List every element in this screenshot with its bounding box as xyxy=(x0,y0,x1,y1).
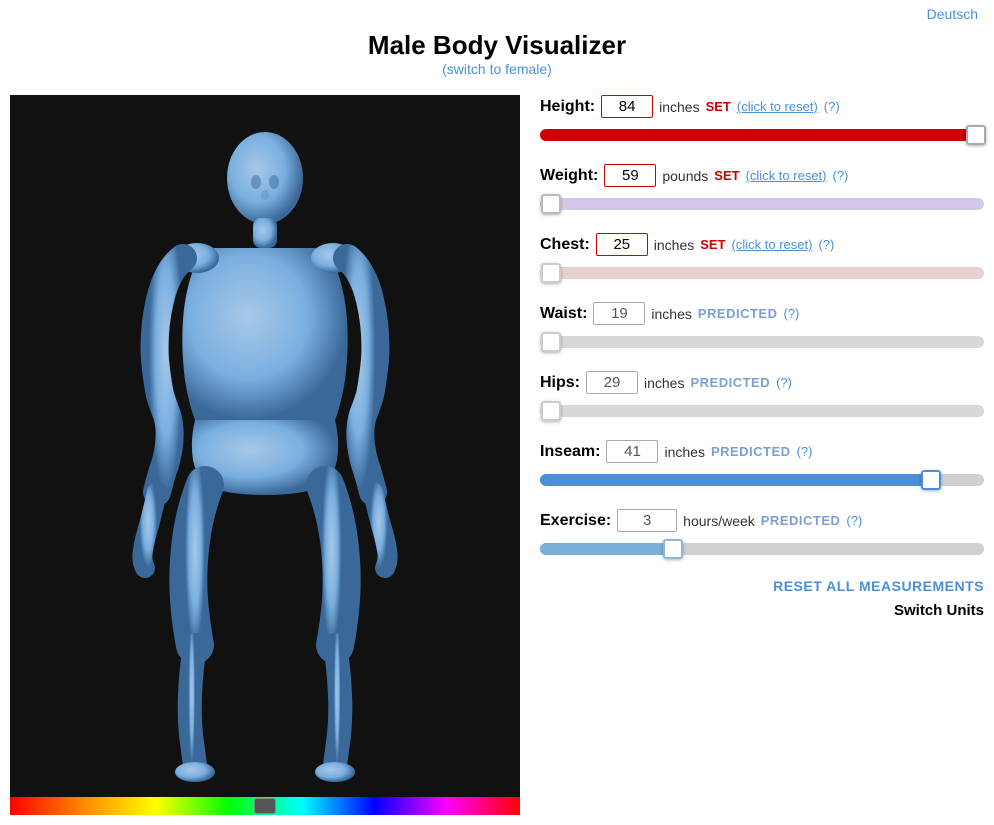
inseam-help[interactable]: (?) xyxy=(797,444,813,459)
height-slider-thumb[interactable] xyxy=(966,125,986,145)
weight-unit: pounds xyxy=(662,168,708,184)
visualizer-panel xyxy=(10,95,520,815)
inseam-status: PREDICTED xyxy=(711,444,791,459)
waist-help[interactable]: (?) xyxy=(784,306,800,321)
chest-slider-container xyxy=(540,262,984,284)
weight-slider-thumb[interactable] xyxy=(541,194,561,214)
body-image-container xyxy=(10,95,520,815)
waist-slider-container xyxy=(540,331,984,353)
exercise-row: Exercise: hours/week PREDICTED (?) xyxy=(540,509,984,560)
chest-unit: inches xyxy=(654,237,694,253)
inseam-unit: inches xyxy=(664,444,704,460)
chest-status: SET xyxy=(700,237,725,252)
reset-all-button[interactable]: RESET ALL MEASUREMENTS xyxy=(773,578,984,594)
waist-track xyxy=(540,336,984,348)
exercise-slider-thumb[interactable] xyxy=(663,539,683,559)
inseam-input[interactable] xyxy=(606,440,658,463)
weight-row: Weight: pounds SET (click to reset) (?) xyxy=(540,164,984,215)
inseam-slider-thumb[interactable] xyxy=(921,470,941,490)
body-figure xyxy=(10,95,520,815)
height-row: Height: inches SET (click to reset) (?) xyxy=(540,95,984,146)
lang-link[interactable]: Deutsch xyxy=(927,6,978,22)
waist-row: Waist: inches PREDICTED (?) xyxy=(540,302,984,353)
height-track xyxy=(540,129,984,141)
hips-unit: inches xyxy=(644,375,684,391)
hips-row: Hips: inches PREDICTED (?) xyxy=(540,371,984,422)
hips-help[interactable]: (?) xyxy=(776,375,792,390)
height-slider-container xyxy=(540,124,984,146)
height-unit: inches xyxy=(659,99,699,115)
chest-help[interactable]: (?) xyxy=(818,237,834,252)
bottom-buttons: RESET ALL MEASUREMENTS Switch Units xyxy=(540,578,984,619)
height-input[interactable] xyxy=(601,95,653,118)
exercise-input[interactable] xyxy=(617,509,677,532)
chest-slider-thumb[interactable] xyxy=(541,263,561,283)
hips-slider-container xyxy=(540,400,984,422)
exercise-fill xyxy=(540,543,673,555)
waist-status: PREDICTED xyxy=(698,306,778,321)
colorbar-thumb[interactable] xyxy=(254,798,276,814)
height-status: SET xyxy=(706,99,731,114)
waist-unit: inches xyxy=(651,306,691,322)
waist-label: Waist: xyxy=(540,305,587,323)
hips-label: Hips: xyxy=(540,374,580,392)
height-help[interactable]: (?) xyxy=(824,99,840,114)
chest-input[interactable] xyxy=(596,233,648,256)
body-svg xyxy=(95,110,435,800)
exercise-track xyxy=(540,543,984,555)
top-right-lang: Deutsch xyxy=(0,0,994,24)
weight-status: SET xyxy=(714,168,739,183)
controls-panel: Height: inches SET (click to reset) (?) … xyxy=(540,95,984,815)
chest-track xyxy=(540,267,984,279)
waist-slider-thumb[interactable] xyxy=(541,332,561,352)
weight-input[interactable] xyxy=(604,164,656,187)
chest-row: Chest: inches SET (click to reset) (?) xyxy=(540,233,984,284)
exercise-help[interactable]: (?) xyxy=(846,513,862,528)
main-content: Height: inches SET (click to reset) (?) … xyxy=(0,85,994,825)
exercise-label: Exercise: xyxy=(540,512,611,530)
hips-input[interactable] xyxy=(586,371,638,394)
weight-slider-container xyxy=(540,193,984,215)
page-title: Male Body Visualizer xyxy=(0,30,994,61)
switch-units-button[interactable]: Switch Units xyxy=(894,602,984,619)
hips-status: PREDICTED xyxy=(690,375,770,390)
exercise-slider-container xyxy=(540,538,984,560)
exercise-unit: hours/week xyxy=(683,513,755,529)
inseam-row: Inseam: inches PREDICTED (?) xyxy=(540,440,984,491)
exercise-status: PREDICTED xyxy=(761,513,841,528)
inseam-fill xyxy=(540,474,931,486)
page-header: Male Body Visualizer (switch to female) xyxy=(0,24,994,85)
inseam-slider-container xyxy=(540,469,984,491)
height-reset[interactable]: (click to reset) xyxy=(737,99,818,114)
chest-reset[interactable]: (click to reset) xyxy=(732,237,813,252)
weight-label: Weight: xyxy=(540,167,598,185)
weight-reset[interactable]: (click to reset) xyxy=(746,168,827,183)
height-label: Height: xyxy=(540,98,595,116)
weight-help[interactable]: (?) xyxy=(833,168,849,183)
chest-label: Chest: xyxy=(540,236,590,254)
inseam-label: Inseam: xyxy=(540,443,600,461)
hips-track xyxy=(540,405,984,417)
waist-input[interactable] xyxy=(593,302,645,325)
switch-gender-link[interactable]: (switch to female) xyxy=(442,61,552,77)
inseam-track xyxy=(540,474,984,486)
hips-slider-thumb[interactable] xyxy=(541,401,561,421)
weight-track xyxy=(540,198,984,210)
